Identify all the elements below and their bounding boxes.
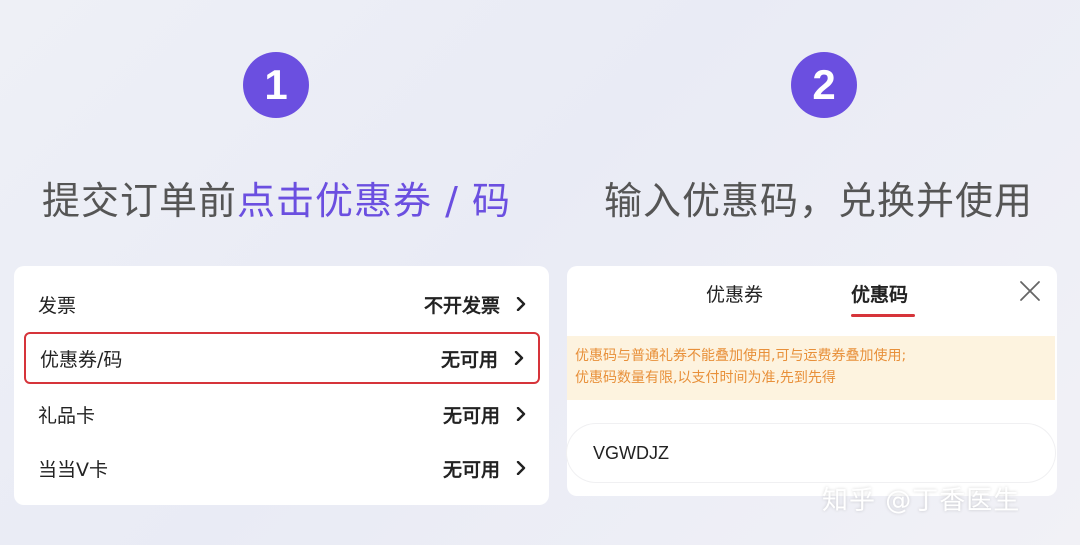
dangdang-v-card-row[interactable]: 当当V卡 无可用 bbox=[24, 442, 540, 494]
chevron-right-icon bbox=[516, 297, 526, 311]
close-icon[interactable] bbox=[1019, 280, 1041, 302]
coupon-code-value-group: 无可用 bbox=[441, 345, 524, 372]
invoice-value: 不开发票 bbox=[423, 294, 500, 317]
coupon-panel: 优惠券 优惠码 优惠码与普通礼券不能叠加使用,可与运费券叠加使用; 优惠码数量有… bbox=[567, 266, 1057, 496]
chevron-right-icon bbox=[516, 407, 526, 421]
chevron-right-icon bbox=[516, 461, 526, 475]
step-number-1: 1 bbox=[243, 52, 309, 118]
active-tab-indicator bbox=[851, 314, 915, 317]
notice-line-1: 优惠码与普通礼券不能叠加使用,可与运费券叠加使用; bbox=[575, 348, 907, 364]
coupon-code-value: 无可用 bbox=[440, 348, 498, 371]
dangdang-v-card-label: 当当V卡 bbox=[38, 458, 108, 481]
coupon-code-notice: 优惠码与普通礼券不能叠加使用,可与运费券叠加使用; 优惠码数量有限,以支付时间为… bbox=[567, 336, 1055, 400]
gift-card-row[interactable]: 礼品卡 无可用 bbox=[24, 388, 540, 440]
dangdang-v-card-value: 无可用 bbox=[442, 458, 500, 481]
dangdang-v-card-value-group: 无可用 bbox=[443, 455, 526, 482]
tab-coupon[interactable]: 优惠券 bbox=[706, 280, 763, 307]
coupon-code-row[interactable]: 优惠券/码 无可用 bbox=[24, 332, 540, 384]
tab-coupon-code[interactable]: 优惠码 bbox=[851, 280, 908, 307]
notice-line-2: 优惠码数量有限,以支付时间为准,先到先得 bbox=[575, 370, 836, 386]
gift-card-value-group: 无可用 bbox=[443, 401, 526, 428]
coupon-code-label: 优惠券/码 bbox=[40, 348, 123, 371]
step-number-2: 2 bbox=[791, 52, 857, 118]
step-1-heading-plain: 提交订单前 bbox=[42, 179, 238, 223]
invoice-value-group: 不开发票 bbox=[424, 291, 526, 318]
chevron-right-icon bbox=[514, 351, 524, 365]
watermark: 知乎 @丁香医生 bbox=[822, 486, 1021, 516]
step-1-heading-highlight: 点击优惠券 / 码 bbox=[237, 179, 511, 223]
step-2-heading: 输入优惠码，兑换并使用 bbox=[604, 179, 1034, 223]
invoice-label: 发票 bbox=[38, 294, 77, 317]
gift-card-label: 礼品卡 bbox=[38, 404, 96, 427]
gift-card-value: 无可用 bbox=[442, 404, 500, 427]
invoice-row[interactable]: 发票 不开发票 bbox=[24, 278, 540, 330]
order-options-card: 发票 不开发票 优惠券/码 无可用 礼品卡 无可用 当当V卡 无可用 bbox=[14, 266, 549, 505]
step-1-heading: 提交订单前点击优惠券 / 码 bbox=[42, 170, 511, 225]
coupon-code-input[interactable]: VGWDJZ bbox=[567, 424, 1055, 482]
